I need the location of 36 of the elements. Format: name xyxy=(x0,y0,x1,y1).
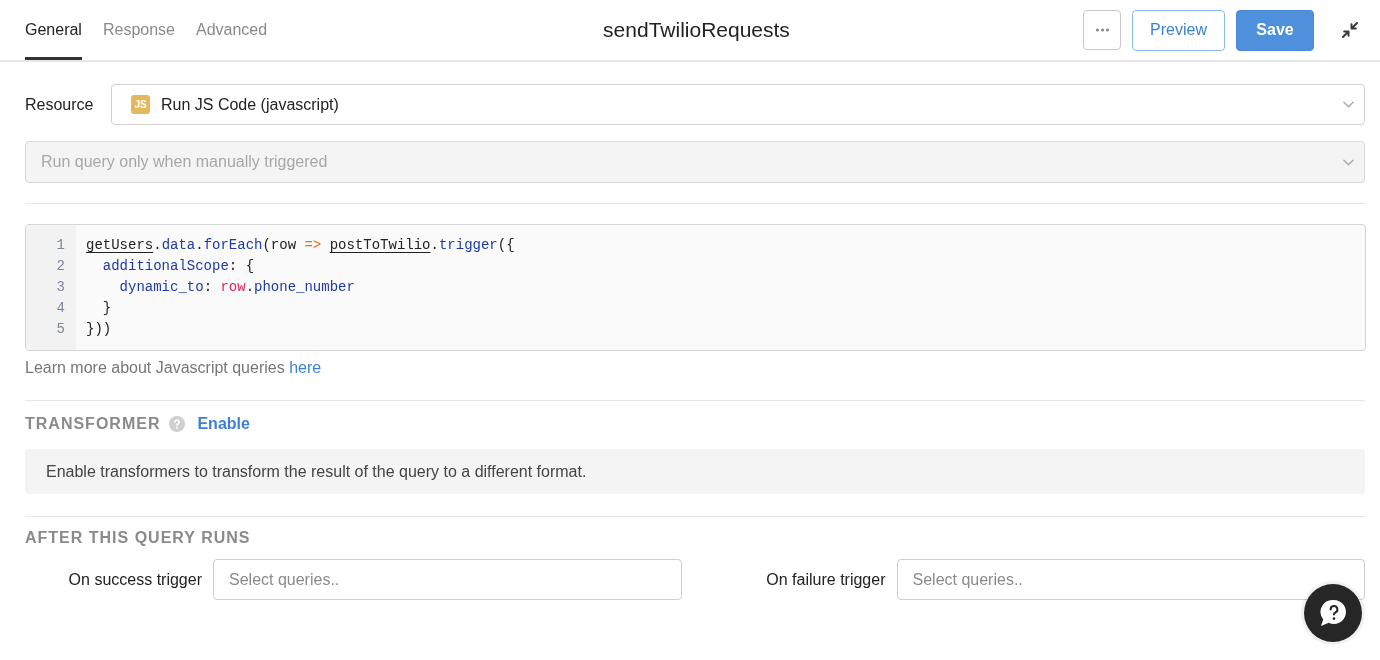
page-title: sendTwilioRequests xyxy=(602,17,790,44)
section-heading: AFTER THIS QUERY RUNS xyxy=(25,528,251,548)
help-text: Learn more about Javascript queries here xyxy=(25,358,322,378)
trigger-label: On success trigger xyxy=(67,569,202,590)
ellipsis-icon xyxy=(1094,28,1110,32)
line-number: 1 xyxy=(56,236,65,255)
resource-label: Resource xyxy=(25,94,95,115)
chevron-down-icon xyxy=(1343,101,1354,108)
line-number: 3 xyxy=(56,278,65,297)
line-number: 2 xyxy=(56,257,65,276)
js-badge: JS xyxy=(131,95,150,114)
save-button[interactable]: Save xyxy=(1236,9,1314,51)
code-line: })) xyxy=(86,320,112,339)
line-number: 5 xyxy=(56,320,65,339)
code-editor[interactable]: 1 2 3 4 5 getUsers.data.forEach(row => postToTwilio.trigger({ additionalScope: { dynamic_to: row.phone_number } })) xyxy=(25,224,1366,351)
line-number: 4 xyxy=(56,299,65,318)
preview-button[interactable]: Preview xyxy=(1132,9,1225,51)
code-line: getUsers.data.forEach(row => postToTwilio.trigger({ xyxy=(86,236,515,255)
tab[interactable]: Response xyxy=(102,0,175,60)
section-heading: TRANSFORMER xyxy=(25,414,161,434)
chat-question-icon xyxy=(1319,599,1347,627)
tab[interactable]: Advanced xyxy=(195,0,268,60)
tab[interactable]: General xyxy=(25,0,82,60)
info-panel: Enable transformers to transform the result of the query to a different format. xyxy=(25,449,1365,494)
code-line: } xyxy=(101,299,112,318)
docs-link[interactable]: here xyxy=(289,359,322,376)
trigger-label: On failure trigger xyxy=(765,569,886,590)
collapse-icon[interactable] xyxy=(1342,22,1358,38)
query-select-field[interactable]: Select queries.. xyxy=(213,559,682,600)
code-line: additionalScope: { xyxy=(101,257,255,276)
help-chat-button[interactable] xyxy=(1304,584,1362,642)
chevron-down-icon xyxy=(1343,158,1354,166)
resource-select[interactable]: JS Run JS Code (javascript) xyxy=(111,84,1365,125)
code-line: dynamic_to: row.phone_number xyxy=(118,278,355,297)
enable-link[interactable]: Enable xyxy=(197,412,250,436)
help-icon xyxy=(169,416,186,432)
